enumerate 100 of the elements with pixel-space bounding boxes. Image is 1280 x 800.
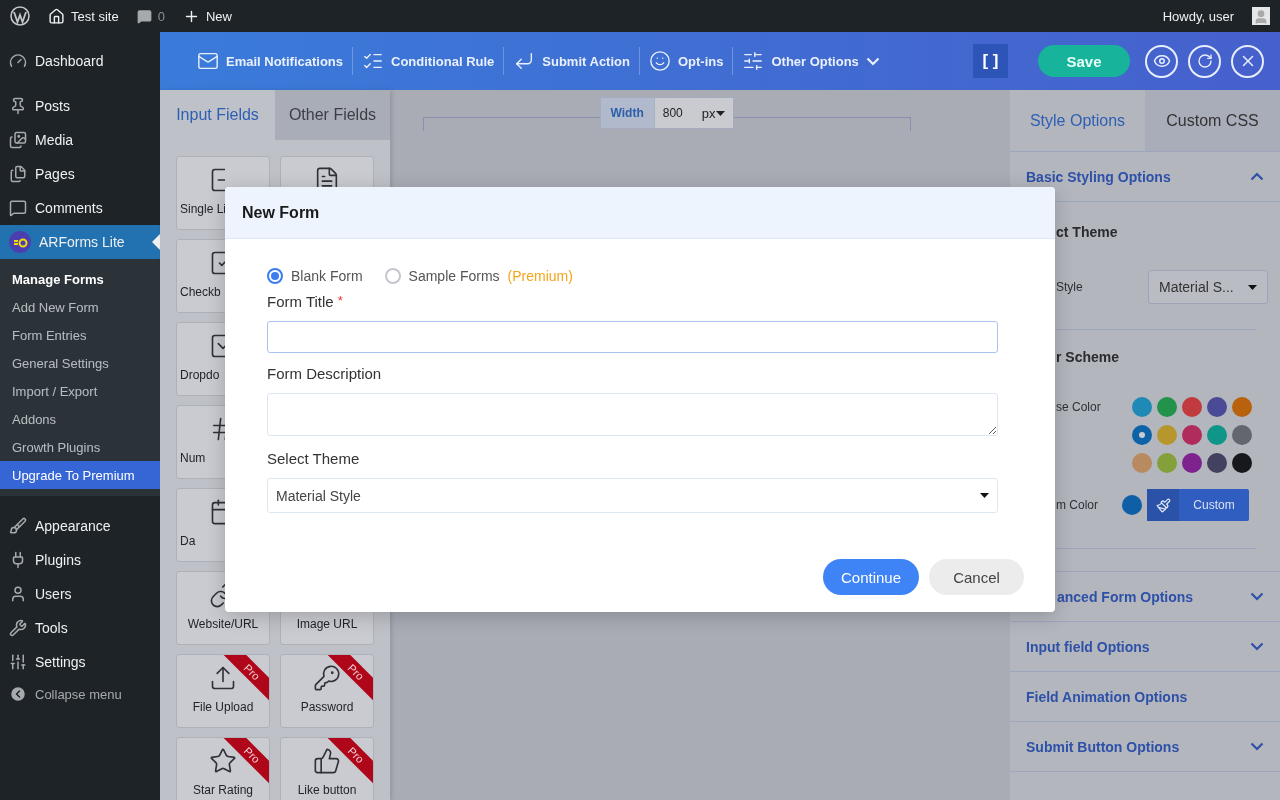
custom-color-button[interactable]: Custom (1147, 489, 1249, 521)
new-link[interactable]: New (182, 7, 232, 25)
menu-item[interactable]: Pages (0, 157, 160, 191)
field-tile[interactable]: Like button Pro (280, 737, 374, 800)
theme-select[interactable]: Material Style (267, 478, 998, 513)
color-swatch[interactable] (1182, 425, 1202, 445)
color-swatch[interactable] (1232, 453, 1252, 473)
checkbox-icon (209, 249, 225, 277)
pin-icon (9, 97, 27, 115)
sliders-icon (742, 50, 765, 72)
images-icon (9, 131, 27, 149)
color-swatch[interactable] (1232, 397, 1252, 417)
color-swatch[interactable] (1232, 425, 1252, 445)
envelope-icon (197, 50, 219, 72)
submenu-item[interactable]: Import / Export (0, 377, 160, 405)
speech-bubble-icon (136, 8, 152, 24)
field-label: se Color (1056, 400, 1102, 414)
toolbar-link[interactable]: Other Options (733, 47, 889, 75)
caret-down-icon (716, 110, 726, 116)
single-line-icon (209, 166, 225, 194)
chevron-down-icon (865, 56, 880, 66)
toolbar-link[interactable]: Submit Action (504, 47, 639, 75)
link-icon (209, 581, 225, 609)
radio-option[interactable]: Blank Form (267, 268, 363, 284)
color-swatch[interactable] (1157, 397, 1177, 417)
color-swatch[interactable] (1157, 425, 1177, 445)
submenu-item[interactable]: General Settings (0, 349, 160, 377)
color-swatch[interactable] (1182, 453, 1202, 473)
caret-down-icon (980, 493, 989, 498)
upload-icon (209, 664, 237, 692)
menu-item[interactable]: Posts (0, 89, 160, 123)
menu-item[interactable]: Appearance (0, 509, 160, 543)
menu-item[interactable]: Tools (0, 611, 160, 645)
home-icon (48, 7, 65, 25)
field-label: m Color (1056, 498, 1099, 512)
eye-icon (1152, 52, 1171, 70)
theme-select[interactable]: Material S... (1148, 270, 1268, 304)
width-control[interactable]: Width 800 px (599, 97, 735, 129)
color-swatch[interactable] (1157, 453, 1177, 473)
close-button[interactable] (1231, 44, 1264, 78)
field-tile[interactable]: Star Rating Pro (176, 737, 270, 800)
greeting[interactable]: Howdy, user (1162, 8, 1234, 24)
site-logo-icon[interactable] (10, 6, 30, 26)
menu-item[interactable]: Users (0, 577, 160, 611)
preview-button[interactable] (1145, 44, 1178, 78)
submenu-item[interactable]: Addons (0, 405, 160, 433)
submenu-item[interactable]: Upgrade To Premium (0, 461, 160, 489)
section-header[interactable]: Submit Button Options (1010, 722, 1280, 772)
shortcode-button[interactable]: [ ] (973, 44, 1008, 78)
field-label: Form Description (267, 365, 383, 382)
color-swatch[interactable] (1182, 397, 1202, 417)
field-tile[interactable]: Password Pro (280, 654, 374, 728)
menu-item[interactable]: Media (0, 123, 160, 157)
submenu-item[interactable]: Manage Forms (0, 265, 160, 293)
custom-color-swatch[interactable] (1122, 495, 1142, 515)
radio-option[interactable]: Sample Forms (Premium) (384, 268, 573, 284)
caret-down-icon (1248, 284, 1257, 290)
panel-tab[interactable]: Custom CSS (1145, 90, 1280, 152)
section-header[interactable]: Field Animation Options (1010, 672, 1280, 722)
collapse-menu-button[interactable]: Collapse menu (0, 679, 160, 709)
submenu-item[interactable]: Add New Form (0, 293, 160, 321)
color-swatch[interactable] (1207, 425, 1227, 445)
menu-item[interactable]: Comments (0, 191, 160, 225)
input-field[interactable] (267, 321, 998, 353)
gauge-icon (9, 52, 27, 70)
panel-tab[interactable]: Other Fields (275, 90, 390, 140)
speech-bubble-icon (9, 199, 27, 217)
textarea-field[interactable] (267, 393, 998, 436)
color-swatch[interactable] (1132, 397, 1152, 417)
dialog-button[interactable]: Continue (822, 559, 919, 595)
menu-item[interactable]: Settings (0, 645, 160, 679)
menu-item[interactable]: Dashboard (0, 44, 160, 78)
color-swatch[interactable] (1207, 453, 1227, 473)
section-heading: ct Theme (1056, 224, 1119, 240)
plugin-logo-icon (9, 231, 31, 253)
brush-icon (9, 517, 27, 535)
dropdown-icon (209, 332, 225, 360)
sliders-icon (9, 653, 27, 671)
toolbar-link[interactable]: Opt-ins (639, 47, 733, 75)
section-heading: r Scheme (1056, 349, 1121, 365)
color-swatch[interactable] (1132, 453, 1152, 473)
site-link[interactable]: Test site (48, 7, 119, 25)
smile-icon (648, 50, 671, 72)
submenu-item[interactable]: Form Entries (0, 321, 160, 349)
refresh-button[interactable] (1188, 44, 1221, 78)
field-tile[interactable]: File Upload Pro (176, 654, 270, 728)
toolbar-link[interactable]: Email Notifications (188, 47, 353, 75)
submenu-item[interactable]: Growth Plugins (0, 433, 160, 461)
color-swatch[interactable] (1207, 397, 1227, 417)
key-icon (313, 664, 341, 692)
pages-icon (9, 165, 27, 183)
dialog-button[interactable]: Cancel (929, 559, 1024, 595)
menu-item[interactable]: ARForms Lite (0, 225, 160, 259)
color-swatch[interactable] (1132, 425, 1152, 445)
paintbrush-icon (1155, 497, 1171, 513)
menu-item[interactable]: Plugins (0, 543, 160, 577)
refresh-icon (1196, 53, 1213, 69)
section-header[interactable]: Input field Options (1010, 622, 1280, 672)
toolbar-link[interactable]: Conditional Rule (353, 47, 504, 75)
comments-link[interactable]: 0 (136, 8, 165, 24)
